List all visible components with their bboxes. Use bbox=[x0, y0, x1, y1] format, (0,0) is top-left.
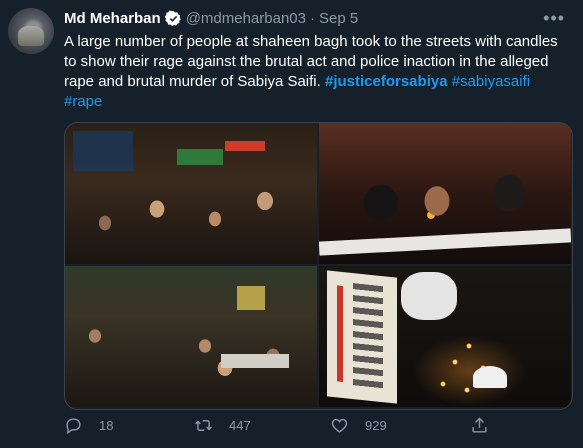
like-button[interactable]: 929 bbox=[330, 416, 387, 435]
hashtag-link[interactable]: #justiceforsabiya bbox=[325, 73, 448, 90]
hashtag-link[interactable]: #rape bbox=[64, 93, 102, 110]
photo-crowd-march[interactable] bbox=[65, 266, 317, 407]
share-icon bbox=[472, 417, 487, 433]
verified-badge-icon bbox=[164, 9, 181, 26]
reply-button[interactable]: 18 bbox=[64, 416, 113, 435]
heart-icon bbox=[331, 418, 348, 433]
reply-count: 18 bbox=[99, 418, 114, 433]
author-handle[interactable]: @mdmeharban03 bbox=[186, 10, 306, 27]
hashtag-link[interactable]: #sabiyasaifi bbox=[452, 73, 530, 90]
tweet-date[interactable]: Sep 5 bbox=[319, 10, 358, 27]
author-name[interactable]: Md Meharban bbox=[64, 10, 161, 27]
retweet-icon bbox=[195, 420, 212, 431]
reply-icon bbox=[66, 418, 81, 435]
photo-protest-street[interactable] bbox=[65, 123, 317, 264]
like-count: 929 bbox=[365, 418, 387, 433]
tweet-header: Md Meharban @mdmeharban03 · Sep 5 bbox=[64, 8, 358, 28]
share-button[interactable] bbox=[470, 416, 505, 435]
photo-women-candles[interactable] bbox=[319, 123, 571, 264]
tweet-text: A large number of people at shaheen bagh… bbox=[64, 32, 569, 112]
avatar[interactable] bbox=[8, 8, 54, 54]
more-options-icon[interactable]: ••• bbox=[543, 8, 565, 29]
retweet-button[interactable]: 447 bbox=[194, 416, 251, 435]
separator-dot: · bbox=[309, 9, 315, 27]
action-bar: 18 447 929 bbox=[58, 416, 498, 444]
tweet[interactable]: Md Meharban @mdmeharban03 · Sep 5 ••• A … bbox=[0, 0, 583, 448]
media-grid bbox=[64, 122, 573, 410]
retweet-count: 447 bbox=[229, 418, 251, 433]
photo-candle-vigil[interactable] bbox=[319, 266, 571, 407]
